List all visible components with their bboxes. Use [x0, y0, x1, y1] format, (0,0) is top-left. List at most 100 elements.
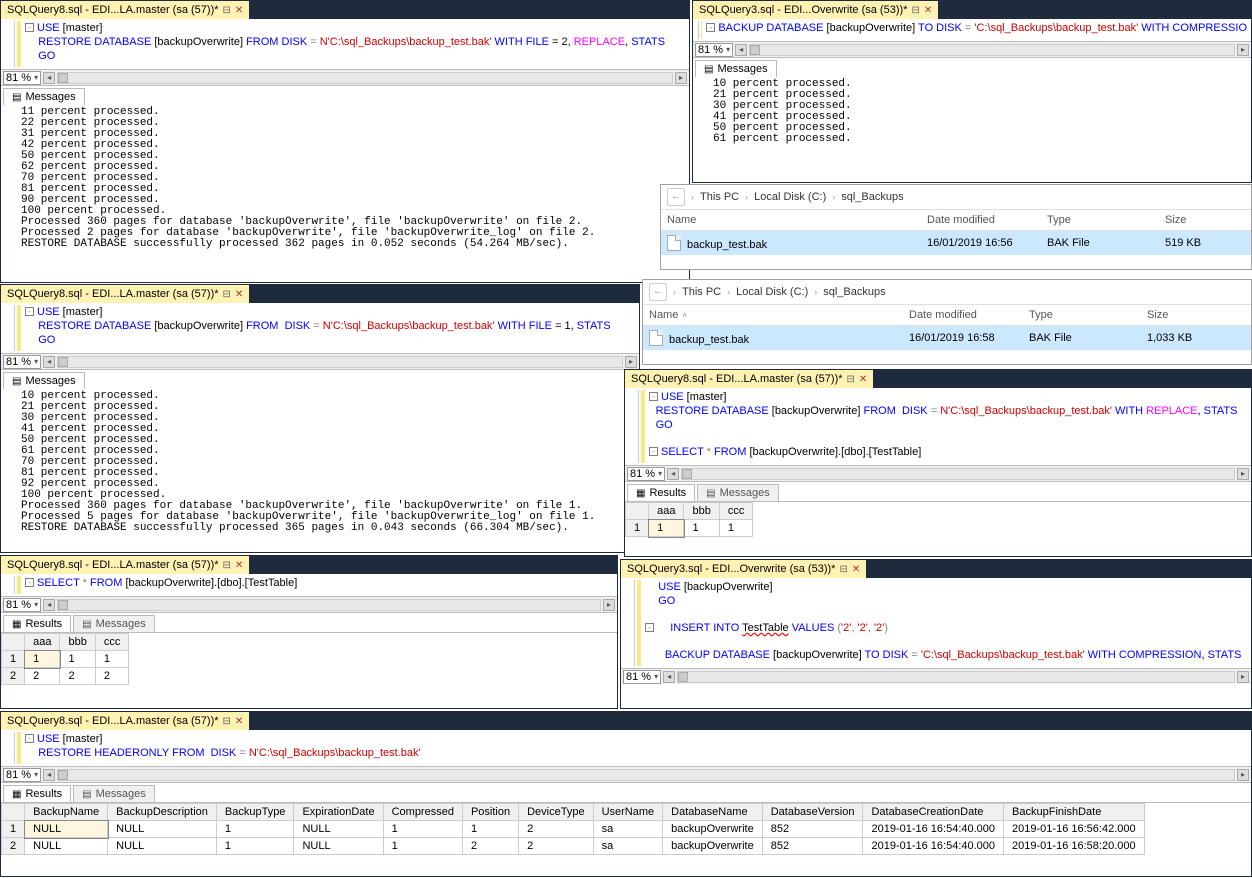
collapse-icon[interactable]: - — [25, 307, 34, 316]
collapse-icon[interactable]: - — [645, 623, 654, 632]
collapse-icon[interactable]: - — [649, 392, 658, 401]
collapse-icon[interactable]: - — [25, 734, 34, 743]
h-scrollbar[interactable] — [57, 599, 601, 611]
collapse-icon[interactable]: - — [25, 578, 34, 587]
pin-icon[interactable]: ⊟ — [839, 564, 847, 575]
h-scrollbar[interactable] — [749, 44, 1235, 56]
col-type[interactable]: Type — [1041, 210, 1159, 230]
col-type[interactable]: Type — [1023, 305, 1141, 325]
h-scrollbar[interactable] — [681, 468, 1235, 480]
messages-output: 10 percent processed. 21 percent process… — [693, 77, 1251, 149]
close-icon[interactable]: ✕ — [235, 289, 243, 300]
pin-icon[interactable]: ⊟ — [911, 5, 919, 16]
close-icon[interactable]: ✕ — [859, 374, 867, 385]
breadcrumb[interactable]: Local Disk (C:) — [754, 191, 826, 203]
results-grid[interactable]: aaabbbccc 1111 2222 — [1, 632, 617, 685]
close-icon[interactable]: ✕ — [852, 564, 860, 575]
col-name[interactable]: Name — [661, 210, 921, 230]
close-icon[interactable]: ✕ — [924, 5, 932, 16]
document-tab[interactable]: SQLQuery3.sql - EDI...Overwrite (sa (53)… — [621, 560, 866, 578]
zoom-combo[interactable]: 81 % — [3, 768, 41, 782]
document-tab[interactable]: SQLQuery8.sql - EDI...LA.master (sa (57)… — [625, 370, 873, 388]
zoom-combo[interactable]: 81 % — [3, 355, 41, 369]
query-pane-insert-backup: SQLQuery3.sql - EDI...Overwrite (sa (53)… — [620, 559, 1252, 709]
close-icon[interactable]: ✕ — [235, 716, 243, 727]
code-editor[interactable]: USE [backupOverwrite] GO - INSERT INTO T… — [621, 578, 1251, 668]
results-tab[interactable]: Results — [3, 615, 71, 632]
messages-tab[interactable]: Messages — [73, 615, 155, 632]
messages-tab[interactable]: Messages — [3, 372, 85, 389]
messages-tab[interactable]: Messages — [695, 60, 777, 77]
collapse-icon[interactable]: - — [25, 23, 34, 32]
col-size[interactable]: Size — [1141, 305, 1251, 325]
zoom-combo[interactable]: 81 % — [627, 467, 665, 481]
code-editor[interactable]: -USE [master] RESTORE DATABASE [backupOv… — [1, 303, 639, 353]
h-scrollbar[interactable] — [57, 356, 623, 368]
results-grid[interactable]: BackupNameBackupDescriptionBackupTypeExp… — [1, 802, 1251, 855]
pin-icon[interactable]: ⊟ — [223, 716, 231, 727]
breadcrumb[interactable]: Local Disk (C:) — [736, 286, 808, 298]
document-tab[interactable]: SQLQuery8.sql - EDI...LA.master (sa (57)… — [1, 556, 249, 574]
scroll-left-icon[interactable]: ◂ — [43, 72, 55, 84]
pin-icon[interactable]: ⊟ — [223, 289, 231, 300]
file-row[interactable]: backup_test.bak 16/01/2019 16:58 BAK Fil… — [643, 326, 1251, 350]
scroll-right-icon[interactable]: ▸ — [675, 72, 687, 84]
table-row[interactable]: 2NULLNULL1NULL122sabackupOverwrite852201… — [2, 838, 1145, 855]
messages-tab[interactable]: Messages — [73, 785, 155, 802]
breadcrumb[interactable]: sql_Backups — [841, 191, 903, 203]
document-tab[interactable]: SQLQuery3.sql - EDI...Overwrite (sa (53)… — [693, 1, 938, 19]
breadcrumb[interactable]: This PC — [682, 286, 721, 298]
results-tab[interactable]: Results — [3, 785, 71, 802]
breadcrumb[interactable]: This PC — [700, 191, 739, 203]
file-icon — [649, 330, 663, 346]
zoom-combo[interactable]: 81 % — [3, 71, 41, 85]
document-tab[interactable]: SQLQuery8.sql - EDI...LA.master (sa (57)… — [1, 285, 249, 303]
zoom-bar: 81 %◂ ▸ — [1, 69, 689, 85]
results-tab[interactable]: Results — [627, 484, 695, 501]
column-headers[interactable]: Name Date modified Type Size — [661, 210, 1251, 231]
col-size[interactable]: Size — [1159, 210, 1251, 230]
code-editor[interactable]: -SELECT * FROM [backupOverwrite].[dbo].[… — [1, 574, 617, 596]
tab-title: SQLQuery3.sql - EDI...Overwrite (sa (53)… — [699, 4, 907, 16]
file-explorer-1: ← ›This PC ›Local Disk (C:) ›sql_Backups… — [660, 184, 1252, 270]
headeronly-table[interactable]: BackupNameBackupDescriptionBackupTypeExp… — [1, 803, 1145, 855]
query-pane-headeronly: SQLQuery8.sql - EDI...LA.master (sa (57)… — [0, 711, 1252, 877]
document-tab[interactable]: SQLQuery8.sql - EDI...LA.master (sa (57)… — [1, 1, 249, 19]
address-bar[interactable]: ← ›This PC ›Local Disk (C:) ›sql_Backups — [643, 280, 1251, 305]
pin-icon[interactable]: ⊟ — [223, 560, 231, 571]
query-pane-restore-file2: SQLQuery8.sql - EDI...LA.master (sa (57)… — [0, 0, 690, 283]
messages-tab[interactable]: Messages — [697, 484, 779, 501]
pin-icon[interactable]: ⊟ — [223, 5, 231, 16]
close-icon[interactable]: ✕ — [235, 560, 243, 571]
h-scrollbar[interactable] — [677, 671, 1235, 683]
col-date[interactable]: Date modified — [921, 210, 1041, 230]
h-scrollbar[interactable] — [57, 769, 1235, 781]
address-bar[interactable]: ← ›This PC ›Local Disk (C:) ›sql_Backups — [661, 185, 1251, 210]
column-headers[interactable]: Name˄ Date modified Type Size — [643, 305, 1251, 326]
collapse-icon[interactable]: - — [706, 23, 715, 32]
table-row[interactable]: 1NULLNULL1NULL112sabackupOverwrite852201… — [2, 821, 1145, 838]
back-button[interactable]: ← — [667, 188, 685, 206]
code-editor[interactable]: -USE [master] RESTORE DATABASE [backupOv… — [1, 19, 689, 69]
code-editor[interactable]: -USE [master] RESTORE HEADERONLY FROM DI… — [1, 730, 1251, 766]
messages-tab[interactable]: Messages — [3, 88, 85, 105]
results-grid[interactable]: aaabbbccc 1111 — [625, 501, 1251, 537]
document-tab[interactable]: SQLQuery8.sql - EDI...LA.master (sa (57)… — [1, 712, 249, 730]
zoom-combo[interactable]: 81 % — [695, 43, 733, 57]
col-name[interactable]: Name˄ — [643, 305, 903, 325]
h-scrollbar[interactable] — [57, 72, 673, 84]
file-icon — [667, 235, 681, 251]
zoom-combo[interactable]: 81 % — [3, 598, 41, 612]
col-date[interactable]: Date modified — [903, 305, 1023, 325]
code-editor[interactable]: -USE [master] RESTORE DATABASE [backupOv… — [625, 388, 1251, 465]
file-row[interactable]: backup_test.bak 16/01/2019 16:56 BAK Fil… — [661, 231, 1251, 255]
messages-output: 11 percent processed. 22 percent process… — [1, 105, 689, 254]
code-editor[interactable]: -BACKUP DATABASE [backupOverwrite] TO DI… — [693, 19, 1251, 41]
close-icon[interactable]: ✕ — [235, 5, 243, 16]
pin-icon[interactable]: ⊟ — [847, 374, 855, 385]
zoom-combo[interactable]: 81 % — [623, 670, 661, 684]
collapse-icon[interactable]: - — [649, 447, 658, 456]
messages-output: 10 percent processed. 21 percent process… — [1, 389, 639, 538]
back-button[interactable]: ← — [649, 283, 667, 301]
breadcrumb[interactable]: sql_Backups — [823, 286, 885, 298]
